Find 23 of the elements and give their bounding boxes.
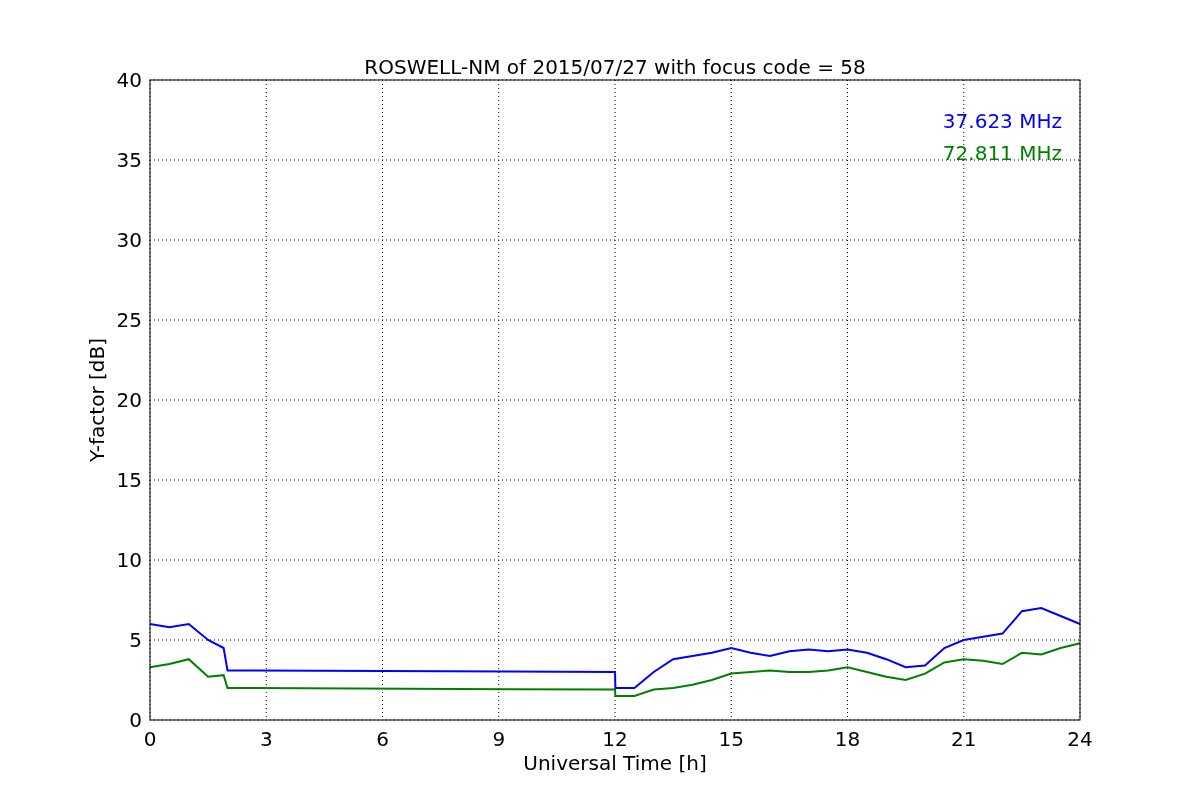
tick-label: 24 bbox=[1067, 727, 1093, 751]
tick-label: 10 bbox=[116, 548, 142, 572]
tick-label: 6 bbox=[376, 727, 389, 751]
tick-label: 20 bbox=[116, 388, 142, 412]
tick-label: 15 bbox=[116, 468, 142, 492]
tick-label: 30 bbox=[116, 228, 142, 252]
tick-label: 25 bbox=[116, 308, 142, 332]
tick-label: 3 bbox=[259, 727, 273, 751]
tick-label: 0 bbox=[129, 708, 142, 732]
legend-entry: 72.811 MHz bbox=[942, 141, 1062, 165]
tick-label: 15 bbox=[718, 727, 744, 751]
tick-label: 12 bbox=[602, 727, 628, 751]
legend-entry: 37.623 MHz bbox=[942, 109, 1062, 133]
axis-label: Universal Time [h] bbox=[523, 751, 707, 775]
tick-label: 9 bbox=[492, 727, 506, 751]
tick-label: 0 bbox=[143, 727, 157, 751]
chart-title: ROSWELL-NM of 2015/07/27 with focus code = 58 bbox=[364, 55, 866, 79]
tick-label: 21 bbox=[951, 727, 977, 751]
tick-label: 35 bbox=[116, 148, 142, 172]
axis-label: Y-factor [dB] bbox=[85, 338, 109, 462]
tick-label: 18 bbox=[834, 727, 861, 751]
tick-label: 5 bbox=[129, 628, 142, 652]
tick-label: 40 bbox=[116, 68, 142, 92]
